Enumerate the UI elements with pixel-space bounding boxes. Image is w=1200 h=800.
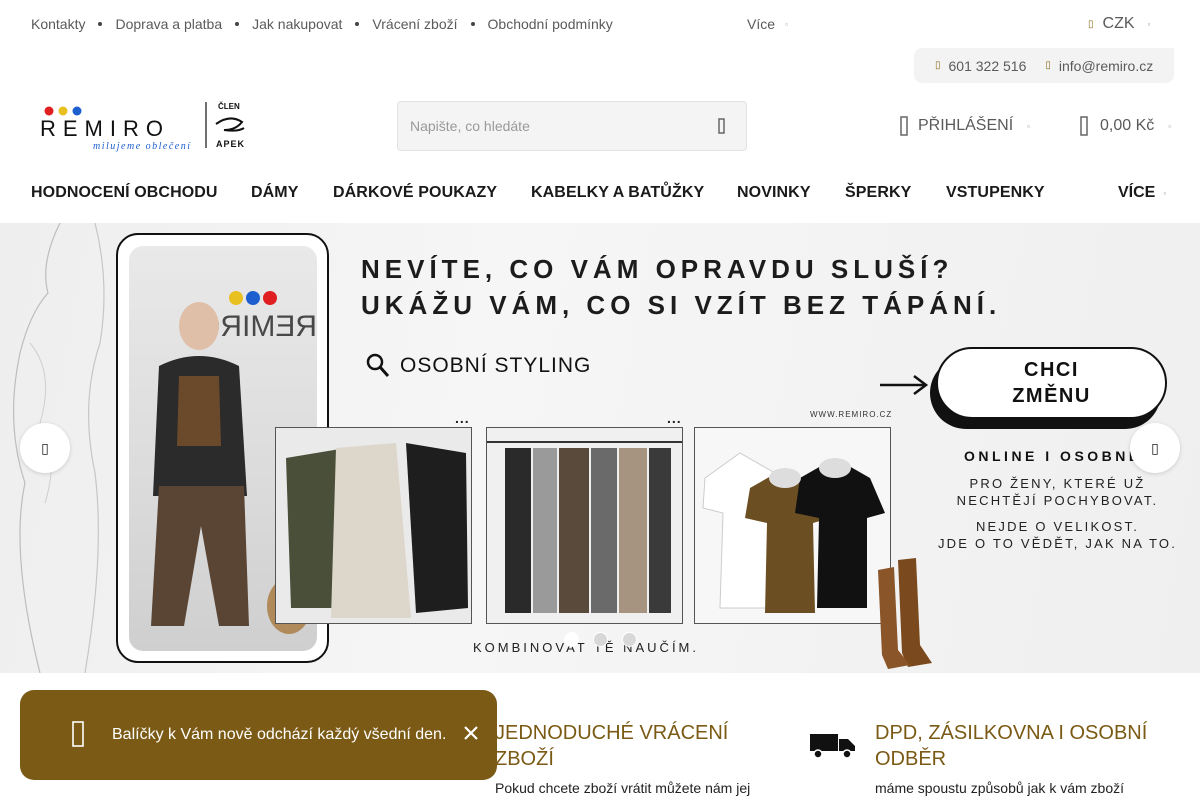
banner-cta-line-1: CHCI: [1024, 359, 1079, 381]
nav-item-novinky[interactable]: NOVINKY: [737, 184, 811, 202]
ellipsis-decoration: ...: [455, 410, 470, 426]
banner-promo-3: NEJDE O VELIKOST.: [975, 519, 1140, 534]
truck-icon: [810, 734, 855, 759]
email-icon: ▯: [1045, 60, 1051, 71]
currency-icon: ▯: [1088, 18, 1094, 30]
logo-member-org: APEK: [216, 139, 245, 149]
boots-image: [878, 558, 932, 669]
contact-email[interactable]: ▯ info@remiro.cz: [1045, 58, 1153, 74]
ellipsis-decoration: ...: [667, 410, 682, 426]
toast-message: Balíčky k Vám nově odchází každý všední …: [112, 726, 447, 743]
benefit-shipping: DPD, ZÁSILKOVNA I OSOBNÍ ODBĚR máme spou…: [875, 720, 1175, 796]
cart-icon: [1080, 116, 1088, 136]
login-label: PŘIHLÁŠENÍ: [918, 117, 1014, 134]
separator-dot: [355, 22, 360, 26]
nav-item-damy[interactable]: DÁMY: [251, 184, 299, 202]
benefit-returns-text: Pokud chcete zboží vrátit můžete nám jej: [495, 780, 751, 796]
banner-promo-1: PRO ŽENY, KTERÉ UŽ: [969, 476, 1146, 491]
search-input[interactable]: [398, 102, 688, 150]
chevron-down-icon: ▫: [785, 19, 788, 29]
cart-total: 0,00 Kč: [1100, 117, 1155, 134]
product-photo-jackets: [275, 427, 472, 624]
main-nav: HODNOCENÍ OBCHODU DÁMY DÁRKOVÉ POUKAZY K…: [0, 170, 1200, 222]
currency-label: CZK: [1102, 15, 1135, 32]
contact-box: ▯ 601 322 516 ▯ info@remiro.cz: [914, 48, 1174, 83]
separator-dot: [98, 22, 103, 26]
top-link-podminky[interactable]: Obchodní podmínky: [488, 16, 613, 32]
slider-dot-3[interactable]: [622, 632, 637, 647]
top-link-doprava[interactable]: Doprava a platba: [115, 16, 222, 32]
benefit-shipping-title: DPD, ZÁSILKOVNA I OSOBNÍ ODBĚR: [875, 722, 1148, 770]
nav-item-poukazy[interactable]: DÁRKOVÉ POUKAZY: [333, 184, 497, 202]
slider-pagination: [564, 632, 637, 647]
nav-item-vstupenky[interactable]: VSTUPENKY: [946, 184, 1045, 202]
chevron-down-icon: ▫: [1147, 19, 1151, 29]
chevron-down-icon: ▫: [1163, 188, 1167, 198]
slider-dot-2[interactable]: [593, 632, 608, 647]
contact-phone-number: 601 322 516: [948, 57, 1027, 74]
slider-next-button[interactable]: ▯: [1130, 423, 1180, 473]
chevron-down-icon: ▫: [1168, 121, 1172, 131]
logo-tagline: milujeme oblečení: [93, 141, 192, 152]
arrow-right-icon: [880, 375, 929, 395]
benefit-shipping-text: máme spoustu způsobů jak k vám zboží: [875, 780, 1125, 796]
logo-member-label: ČLEN: [218, 102, 240, 111]
close-icon[interactable]: [462, 724, 480, 742]
banner-cta-line-2: ZMĚNU: [1012, 385, 1091, 407]
info-toast: Balíčky k Vám nově odchází každý všední …: [20, 690, 497, 780]
banner-website: WWW.REMIRO.CZ: [810, 410, 893, 419]
contact-email-address: info@remiro.cz: [1058, 57, 1154, 74]
top-links: Kontakty Doprava a platba Jak nakupovat …: [31, 16, 613, 32]
nav-more-dropdown[interactable]: VÍCE ▫: [1118, 184, 1166, 202]
slider-dot-1[interactable]: [564, 632, 579, 647]
top-bar: Kontakty Doprava a platba Jak nakupovat …: [0, 0, 1200, 48]
nav-item-sperky[interactable]: ŠPERKY: [845, 184, 911, 202]
search-icon[interactable]: [714, 117, 730, 135]
top-link-jak-nakupovat[interactable]: Jak nakupovat: [252, 16, 342, 32]
banner-promo-2: NECHTĚJÍ POCHYBOVAT.: [956, 493, 1159, 508]
nav-more-label: VÍCE: [1118, 184, 1156, 201]
banner-cta-button[interactable]: CHCI ZMĚNU: [936, 347, 1167, 419]
chevron-left-icon: ▯: [41, 439, 49, 456]
login-button[interactable]: PŘIHLÁŠENÍ ▫: [900, 116, 1030, 136]
banner-headline-2: UKÁŽU VÁM, CO SI VZÍT BEZ TÁPÁNÍ.: [361, 290, 1002, 320]
hero-banner[interactable]: REMIRO NEVÍTE, CO VÁM OPRAVDU SLUŠÍ? UKÁ…: [0, 223, 1200, 673]
benefit-returns-title: JEDNODUCHÉ VRÁCENÍ ZBOŽÍ: [495, 722, 729, 770]
search-bar: [397, 101, 747, 151]
top-more-label: Více: [747, 16, 776, 32]
separator-dot: [470, 22, 475, 26]
nav-item-kabelky[interactable]: KABELKY A BATŮŽKY: [531, 184, 704, 202]
nav-item-hodnoceni[interactable]: HODNOCENÍ OBCHODU: [31, 184, 218, 202]
chevron-right-icon: ▯: [1151, 439, 1159, 456]
top-link-vraceni[interactable]: Vrácení zboží: [372, 16, 457, 32]
banner-promo-4: JDE O TO VĚDĚT, JAK NA TO.: [937, 536, 1178, 551]
magnifier-icon: [366, 353, 390, 377]
benefit-returns: JEDNODUCHÉ VRÁCENÍ ZBOŽÍ Pokud chcete zb…: [495, 720, 785, 796]
phone-icon: ▯: [935, 60, 941, 71]
product-photo-trousers: [486, 427, 683, 624]
separator-dot: [235, 22, 240, 26]
logo-graphic: REMIRO milujeme oblečení ČLEN APEK: [40, 102, 245, 152]
top-more-dropdown[interactable]: Více ▫: [747, 16, 788, 32]
chevron-down-icon: ▫: [1027, 121, 1030, 131]
top-link-kontakty[interactable]: Kontakty: [31, 16, 85, 32]
cart-button[interactable]: 0,00 Kč ▫: [1080, 116, 1171, 136]
banner-styling-text: OSOBNÍ STYLING: [400, 354, 592, 377]
banner-online-label: ONLINE I OSOBNĚ: [964, 448, 1142, 464]
info-icon: [72, 721, 84, 747]
currency-selector[interactable]: ▯ CZK ▫: [1088, 15, 1150, 33]
contact-phone[interactable]: ▯ 601 322 516: [935, 58, 1026, 74]
slider-prev-button[interactable]: ▯: [20, 423, 70, 473]
logo-brand: REMIRO: [40, 116, 170, 141]
site-logo[interactable]: REMIRO milujeme oblečení ČLEN APEK: [40, 100, 250, 152]
banner-headline-1: NEVÍTE, CO VÁM OPRAVDU SLUŠÍ?: [361, 254, 954, 284]
banner-styling-label: OSOBNÍ STYLING: [366, 353, 591, 379]
user-icon: [900, 116, 908, 136]
